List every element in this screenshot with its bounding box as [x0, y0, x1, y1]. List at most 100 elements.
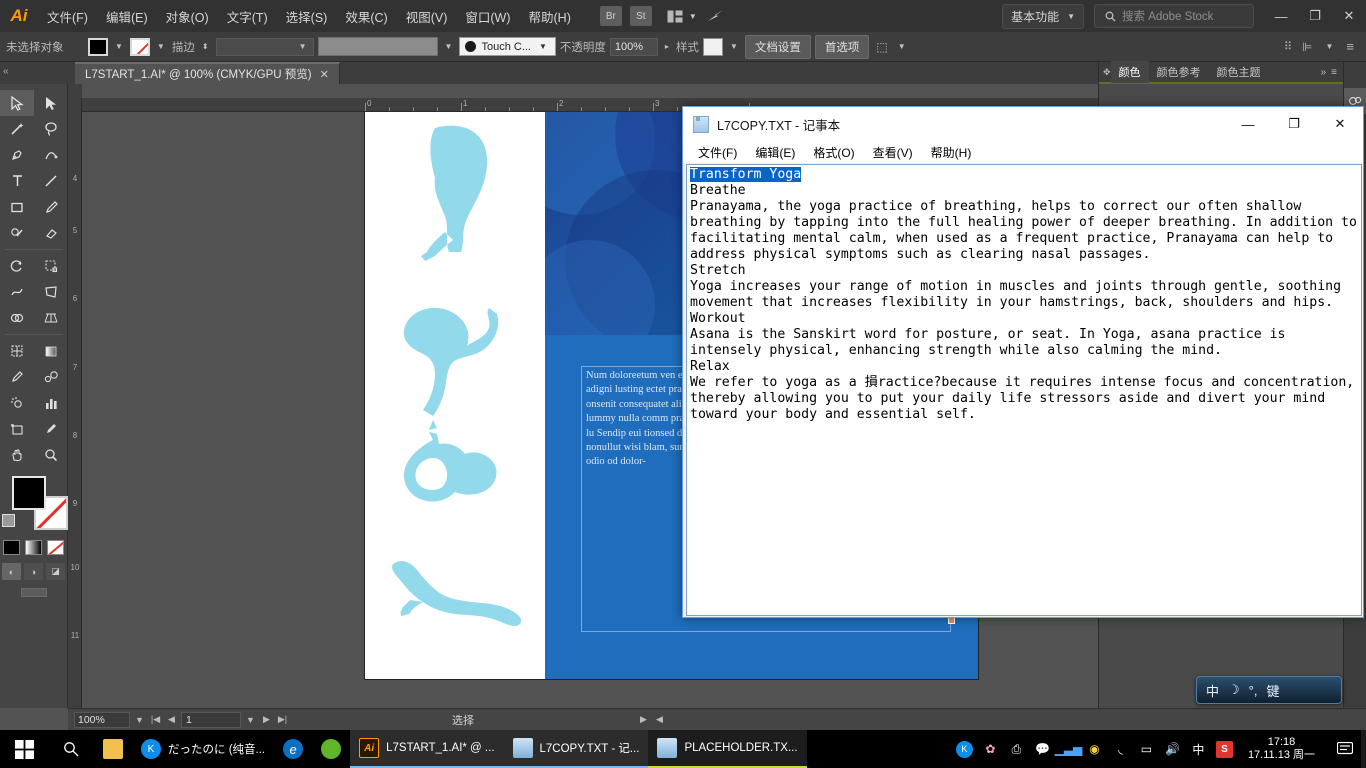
arrange-caret-icon[interactable]: ▼ [689, 12, 697, 21]
tool-slice[interactable] [34, 416, 68, 442]
tool-hand[interactable] [0, 442, 34, 468]
ime-punctuation-icon[interactable]: °, [1249, 683, 1258, 698]
panel-tab-color[interactable]: 颜色 [1110, 61, 1149, 83]
transform-caret-icon[interactable]: ▼ [895, 42, 909, 51]
sync-settings-icon[interactable] [705, 7, 727, 25]
tool-lasso[interactable] [34, 116, 68, 142]
stock-search-input[interactable]: 搜索 Adobe Stock [1094, 4, 1254, 28]
preferences-button[interactable]: 首选项 [814, 34, 870, 59]
tool-rotate[interactable] [0, 253, 34, 279]
ime-keyboard-label[interactable]: 键 [1266, 681, 1279, 700]
taskbar-item-illustrator[interactable]: Ai L7START_1.AI* @ ... [350, 730, 504, 768]
tray-flower-icon[interactable]: ✿ [982, 741, 999, 758]
tool-line-segment[interactable] [34, 168, 68, 194]
taskbar-clock[interactable]: 17:18 17.11.13 周一 [1242, 736, 1321, 762]
start-button[interactable] [0, 730, 48, 768]
fill-indicator[interactable] [12, 476, 46, 510]
collapse-dock-icon[interactable]: « [3, 66, 9, 77]
notepad-maximize-button[interactable]: ❐ [1271, 107, 1317, 141]
taskbar-item-notepad-placeholder[interactable]: PLACEHOLDER.TX... [648, 730, 807, 768]
notepad-minimize-button[interactable]: — [1225, 107, 1271, 141]
graphic-style-swatch[interactable] [702, 37, 723, 56]
yoga-figure-4[interactable] [387, 552, 527, 632]
text-frame-handle[interactable] [948, 617, 955, 624]
tool-shaper[interactable] [0, 220, 34, 246]
workspace-switcher[interactable]: 基本功能 ▼ [1002, 3, 1084, 29]
panel-tab-color-themes[interactable]: 颜色主题 [1209, 61, 1269, 83]
taskbar-item-browser-green[interactable] [312, 730, 350, 768]
draw-normal-button[interactable]: ◐ [2, 563, 21, 580]
ruler-vertical[interactable]: 4 5 6 7 8 9 10 11 [68, 98, 82, 708]
menu-window[interactable]: 窗口(W) [456, 0, 519, 32]
taskbar-search-icon[interactable] [48, 730, 94, 768]
tray-volume-green-icon[interactable]: ◉ [1086, 741, 1103, 758]
menu-select[interactable]: 选择(S) [277, 0, 337, 32]
stroke-weight-input[interactable]: ▼ [215, 37, 314, 56]
first-artboard-button[interactable]: |◀ [149, 714, 162, 725]
notepad-menu-view[interactable]: 查看(V) [864, 144, 922, 161]
next-artboard-button[interactable]: ▶ [260, 714, 273, 725]
brush-definition-select[interactable] [317, 37, 438, 56]
prev-artboard-button[interactable]: ◀ [165, 714, 178, 725]
stroke-color-swatch[interactable] [129, 37, 150, 56]
tool-rectangle[interactable] [0, 194, 34, 220]
panel-collapse-icon[interactable]: ✥ [1099, 67, 1111, 78]
tray-usb-icon[interactable]: ⎙ [1008, 741, 1025, 758]
tool-shape-builder[interactable] [0, 305, 34, 331]
notepad-window[interactable]: L7COPY.TXT - 记事本 — ❐ ✕ 文件(F) 编辑(E) 格式(O)… [682, 106, 1364, 618]
tool-blend[interactable] [34, 364, 68, 390]
tool-perspective-grid[interactable] [34, 305, 68, 331]
notepad-menu-file[interactable]: 文件(F) [689, 144, 746, 161]
tray-wifi-icon[interactable]: ◟ [1112, 741, 1129, 758]
distribute-icon[interactable]: ⊫ [1302, 40, 1312, 54]
distribute-caret-icon[interactable]: ▼ [1322, 42, 1336, 51]
notepad-titlebar[interactable]: L7COPY.TXT - 记事本 — ❐ ✕ [683, 107, 1363, 141]
menu-type[interactable]: 文字(T) [218, 0, 277, 32]
ime-moon-icon[interactable]: ☽ [1228, 682, 1240, 698]
tool-symbol-sprayer[interactable] [0, 390, 34, 416]
notepad-menu-help[interactable]: 帮助(H) [922, 144, 981, 161]
tool-pen[interactable] [0, 142, 34, 168]
zoom-caret-icon[interactable]: ▼ [133, 715, 146, 725]
document-setup-button[interactable]: 文档设置 [744, 34, 811, 59]
yoga-figure-3[interactable] [389, 430, 519, 540]
change-screen-mode-button[interactable] [20, 588, 47, 597]
style-caret-icon[interactable]: ▼ [727, 42, 741, 51]
document-tab-close-icon[interactable]: ✕ [320, 68, 329, 81]
tool-eraser[interactable] [34, 220, 68, 246]
tool-magic-wand[interactable] [0, 116, 34, 142]
stroke-caret-icon[interactable]: ▼ [154, 42, 168, 51]
tray-ime-icon[interactable]: 中 [1190, 741, 1207, 758]
panel-tab-color-guide[interactable]: 颜色参考 [1149, 61, 1209, 83]
tool-column-graph[interactable] [34, 390, 68, 416]
default-fill-stroke-icon[interactable] [2, 514, 15, 527]
draw-inside-button[interactable]: ◪ [46, 563, 65, 580]
ai-minimize-button[interactable]: — [1264, 0, 1298, 32]
stroke-stepper-icon[interactable]: ⬍ [199, 42, 212, 51]
yoga-figure-2[interactable] [389, 300, 519, 430]
menu-edit[interactable]: 编辑(E) [97, 0, 157, 32]
notepad-text-area[interactable]: Transform Yoga Breathe Pranayama, the yo… [686, 164, 1362, 616]
tool-scale[interactable] [34, 253, 68, 279]
tool-curvature[interactable] [34, 142, 68, 168]
stroke-weight-caret-icon[interactable]: ▼ [296, 42, 310, 51]
tray-speaker-icon[interactable]: 🔊 [1164, 741, 1181, 758]
tool-free-transform[interactable] [34, 279, 68, 305]
draw-behind-button[interactable]: ◑ [24, 563, 43, 580]
none-mode-button[interactable] [47, 540, 64, 555]
artboard-caret-icon[interactable]: ▼ [244, 715, 257, 725]
tool-type[interactable] [0, 168, 34, 194]
document-tab-l7start[interactable]: L7START_1.AI* @ 100% (CMYK/GPU 预览) ✕ [75, 62, 340, 84]
tool-gradient[interactable] [34, 338, 68, 364]
taskbar-item-notepad-l7copy[interactable]: L7COPY.TXT - 记... [503, 730, 649, 768]
control-panel-menu-icon[interactable]: ≡ [1346, 39, 1354, 54]
artboard-number-input[interactable]: 1 [181, 711, 241, 728]
brush-caret-icon[interactable]: ▼ [442, 42, 456, 51]
tool-mesh[interactable] [0, 338, 34, 364]
tool-paintbrush[interactable] [34, 194, 68, 220]
ai-maximize-button[interactable]: ❐ [1298, 0, 1332, 32]
tool-eyedropper[interactable] [0, 364, 34, 390]
opacity-input[interactable]: 100% [609, 37, 658, 56]
fill-caret-icon[interactable]: ▼ [112, 42, 126, 51]
tool-width[interactable] [0, 279, 34, 305]
